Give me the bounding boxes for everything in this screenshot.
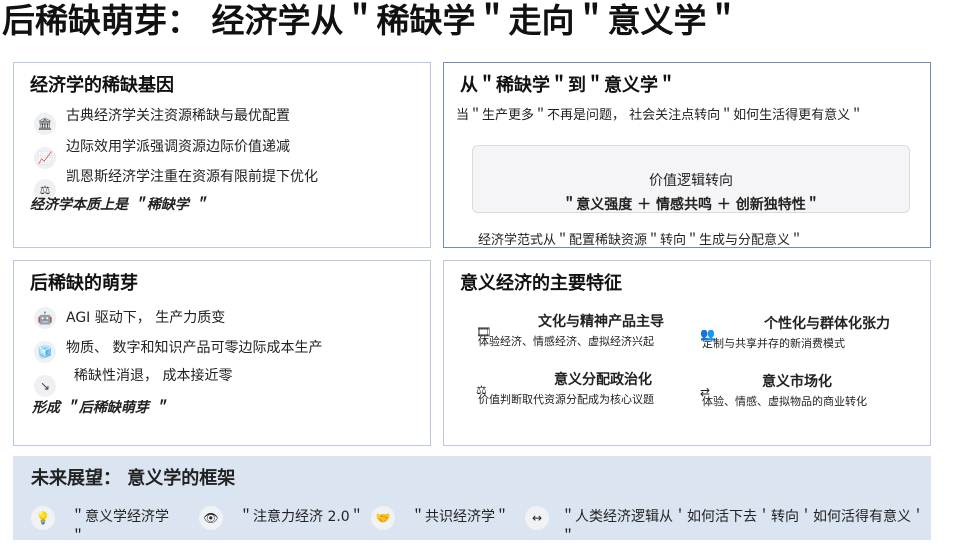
conclusion-text: 经济学本质上是 ＂稀缺学 ＂ [30,197,208,213]
film-icon: 🎞 [476,325,492,339]
box-formula: ＂意义强度 ＋ 情感共鸣 ＋ 创新独特性＂ [562,197,820,213]
future-item: ↔ ＂人类经济逻辑从＇如何活下去＇转向＇如何活得有意义＇＂ [525,506,925,546]
future-item: 💡 ＂意义学经济学＂ [31,506,181,546]
card-heading: 从＂稀缺学＂到＂意义学＂ [460,75,676,96]
feature-item: ⇄ 意义市场化 体验、情感、虚拟物品的商业转化 [700,374,867,408]
list-item: AGI 驱动下， 生产力质变 [66,310,226,326]
arrows-icon: ↔ [525,506,549,530]
card-meaning-economy-features: 意义经济的主要特征 🎞 文化与精神产品主导 体验经济、情感经济、虚拟经济兴起 👥… [443,260,931,446]
intro-text: 当＂生产更多＂不再是问题， 社会关注点转向＂如何生活得更有意义＂ [456,108,864,123]
card-heading: 意义经济的主要特征 [460,273,622,294]
feature-item: ⚖ 意义分配政治化 价值判断取代资源分配成为核心议题 [476,372,654,406]
exchange-icon: ⇄ [700,385,711,399]
cubes-icon: 🧊 [34,341,56,363]
box-title: 价值逻辑转向 [649,173,733,189]
card-post-scarcity: 后稀缺的萌芽 🤖 AGI 驱动下， 生产力质变 🧊 物质、 数字和知识产品可零边… [13,260,431,446]
future-outlook-band: 未来展望： 意义学的框架 💡 ＂意义学经济学＂ 👁 ＂注意力经济 2.0＂ 🤝 … [13,456,931,545]
list-item: 凯恩斯经济学注重在资源有限前提下优化 [66,169,318,185]
list-item: 物质、 数字和知识产品可零边际成本生产 [66,340,323,356]
chart-line-icon: 📈 [34,147,56,169]
card-scarcity-gene: 经济学的稀缺基因 🏛 古典经济学关注资源稀缺与最优配置 📈 边际效用学派强调资源… [13,62,431,248]
footer-text: 经济学范式从＂配置稀缺资源＂转向＂生成与分配意义＂ [478,233,804,248]
future-item: 👁 ＂注意力经济 2.0＂ [199,506,369,530]
eye-icon: 👁 [199,506,223,530]
page-title: 后稀缺萌芽： 经济学从＂稀缺学＂走向＂意义学＂ [2,1,740,40]
value-logic-box: 价值逻辑转向 ＂意义强度 ＋ 情感共鸣 ＋ 创新独特性＂ [472,145,910,213]
users-icon: 👥 [700,327,715,341]
future-item: 🤝 ＂共识经济学＂ [371,506,511,530]
feature-item: 👥 个性化与群体化张力 定制与共享并存的新消费模式 [700,316,890,350]
list-item: 边际效用学派强调资源边际价值递减 [66,139,290,155]
section-heading: 未来展望： 意义学的框架 [31,468,236,489]
robot-icon: 🤖 [34,307,56,329]
gavel-icon: ⚖ [476,383,487,397]
bank-icon: 🏛 [34,113,56,135]
feature-item: 🎞 文化与精神产品主导 体验经济、情感经济、虚拟经济兴起 [476,314,664,348]
lightbulb-icon: 💡 [31,506,55,530]
handshake-icon: 🤝 [371,506,395,530]
card-heading: 经济学的稀缺基因 [30,75,174,96]
trend-down-icon: ↘ [34,375,56,397]
card-scarcity-to-meaning: 从＂稀缺学＂到＂意义学＂ 当＂生产更多＂不再是问题， 社会关注点转向＂如何生活得… [443,62,931,248]
list-item: 古典经济学关注资源稀缺与最优配置 [66,108,290,124]
card-heading: 后稀缺的萌芽 [30,273,138,294]
conclusion-text: 形成 ＂后稀缺萌芽 ＂ [32,400,168,416]
list-item: 稀缺性消退， 成本接近零 [74,368,233,384]
